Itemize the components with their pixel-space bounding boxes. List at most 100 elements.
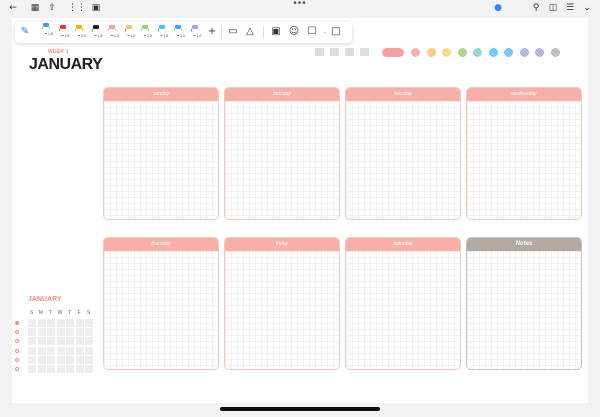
mini-calendar-cell[interactable]	[75, 328, 84, 337]
chevron-down-icon[interactable]: ⌄	[582, 3, 592, 13]
pen-10-icon[interactable]: 1.0	[190, 24, 201, 40]
add-page-icon[interactable]: ◫	[548, 3, 558, 13]
day-box-thursday[interactable]: thursday	[103, 237, 219, 370]
grid-view-icon[interactable]: ▦	[30, 3, 40, 13]
mini-calendar-cell[interactable]	[85, 319, 93, 327]
grid-layout-icon[interactable]	[360, 48, 369, 56]
mini-calendar-cell[interactable]	[47, 365, 55, 373]
mini-calendar-cell[interactable]	[75, 346, 84, 355]
color-swatch[interactable]	[504, 48, 513, 57]
pen-1-icon[interactable]: 1.5	[41, 22, 53, 38]
mini-calendar-cell[interactable]	[75, 355, 84, 364]
day-box-notes[interactable]: Notes	[466, 237, 582, 370]
mini-calendar-cell[interactable]	[37, 355, 46, 364]
color-swatch[interactable]	[535, 48, 544, 57]
color-swatch[interactable]	[550, 48, 560, 57]
pen-3-icon[interactable]: 2.0	[74, 24, 86, 40]
mini-calendar-cell[interactable]	[47, 319, 55, 327]
pen-9-icon[interactable]: 1.0	[173, 24, 185, 40]
day-box-monday[interactable]: monday	[224, 87, 340, 220]
search-icon[interactable]: ⚲	[531, 3, 541, 13]
page-layout-icon[interactable]	[345, 48, 354, 56]
list-layout-icon[interactable]	[315, 48, 324, 56]
mini-calendar-cell[interactable]	[56, 346, 65, 355]
sticky-note-icon[interactable]: □	[330, 26, 342, 38]
mini-calendar-cell[interactable]	[85, 346, 93, 355]
week-select-dot[interactable]	[15, 357, 19, 362]
mini-calendar-cell[interactable]	[66, 346, 74, 355]
add-pen-icon[interactable]: +	[206, 26, 218, 38]
writing-grid[interactable]	[346, 251, 460, 369]
week-select-dot[interactable]	[15, 348, 19, 353]
week-select-dot[interactable]	[15, 321, 19, 325]
day-box-tuesday[interactable]: tuesday	[345, 87, 461, 220]
mini-calendar-cell[interactable]	[37, 319, 46, 327]
day-box-saturday[interactable]: saturday	[345, 237, 461, 370]
color-swatch[interactable]	[442, 48, 451, 57]
export-icon[interactable]: ⇧	[47, 3, 57, 13]
color-swatch[interactable]	[426, 48, 436, 57]
writing-grid[interactable]	[225, 251, 339, 369]
pen-5-icon[interactable]: 1.0	[107, 24, 119, 40]
pen-4-icon[interactable]: 1.5	[91, 24, 102, 40]
mini-calendar-cell[interactable]	[28, 337, 36, 346]
week-select-dot[interactable]	[15, 367, 19, 371]
lasso-icon[interactable]: △	[244, 26, 256, 38]
day-box-wednesday[interactable]: wednesday	[466, 87, 582, 220]
sticker-icon[interactable]: ☺	[288, 26, 300, 38]
mini-calendar-cell[interactable]	[28, 328, 36, 337]
color-swatch[interactable]	[411, 48, 420, 57]
image-icon[interactable]: ▣	[270, 26, 282, 38]
mini-calendar-cell[interactable]	[47, 355, 55, 364]
mini-calendar-cell[interactable]	[56, 365, 65, 373]
mini-calendar-cell[interactable]	[75, 337, 84, 346]
pen-6-icon[interactable]: 1.0	[124, 24, 135, 40]
mini-calendar-cell[interactable]	[56, 355, 65, 364]
writing-grid[interactable]	[346, 101, 460, 219]
mini-calendar-cell[interactable]	[28, 355, 36, 364]
mini-calendar-cell[interactable]	[56, 319, 65, 327]
writing-grid[interactable]	[104, 101, 218, 219]
pen-settings-icon[interactable]: ✎	[19, 26, 31, 38]
color-swatch[interactable]	[519, 48, 529, 57]
selected-color-pill[interactable]	[382, 48, 404, 57]
comment-icon[interactable]: ☐	[306, 26, 318, 38]
writing-grid[interactable]	[104, 251, 218, 369]
thumbnail-icon[interactable]: ▣	[91, 3, 101, 13]
mini-calendar-cell[interactable]	[66, 365, 74, 373]
mini-calendar-cell[interactable]	[56, 328, 65, 337]
eraser-icon[interactable]: ▭	[227, 26, 239, 38]
mini-calendar-cell[interactable]	[37, 328, 46, 337]
mini-calendar-cell[interactable]	[85, 365, 93, 373]
writing-grid[interactable]	[467, 101, 581, 219]
mini-calendar-cell[interactable]	[28, 319, 36, 327]
mini-calendar-cell[interactable]	[28, 365, 36, 373]
day-box-friday[interactable]: friday	[224, 237, 340, 370]
apps-icon[interactable]: ⋮⋮	[68, 3, 86, 13]
mini-calendar-cell[interactable]	[47, 328, 55, 337]
mini-calendar-cell[interactable]	[75, 319, 84, 327]
mini-calendar-cell[interactable]	[47, 337, 55, 346]
card-layout-icon[interactable]	[330, 48, 339, 56]
writing-grid[interactable]	[225, 101, 339, 219]
pen-8-icon[interactable]: 1.5	[157, 24, 168, 40]
list-icon[interactable]: ☰	[565, 3, 575, 13]
mini-calendar-cell[interactable]	[37, 365, 46, 373]
color-swatch[interactable]	[488, 48, 498, 57]
mini-calendar-cell[interactable]	[66, 319, 74, 327]
mini-calendar-cell[interactable]	[56, 337, 65, 346]
mini-calendar-cell[interactable]	[37, 346, 46, 355]
mini-calendar-cell[interactable]	[85, 355, 93, 364]
microphone-icon[interactable]: ●	[493, 3, 503, 13]
pen-2-icon[interactable]: 1.5	[58, 24, 69, 40]
mini-calendar-cell[interactable]	[37, 337, 46, 346]
mini-calendar-cell[interactable]	[66, 337, 74, 346]
writing-grid[interactable]	[467, 251, 581, 369]
day-box-sunday[interactable]: sunday	[103, 87, 219, 220]
color-swatch[interactable]	[457, 48, 467, 57]
mini-calendar-cell[interactable]	[66, 328, 74, 337]
mini-calendar-cell[interactable]	[85, 337, 93, 346]
mini-calendar-cell[interactable]	[85, 328, 93, 337]
back-arrow-icon[interactable]: ←	[8, 3, 18, 13]
color-swatch[interactable]	[473, 48, 482, 57]
